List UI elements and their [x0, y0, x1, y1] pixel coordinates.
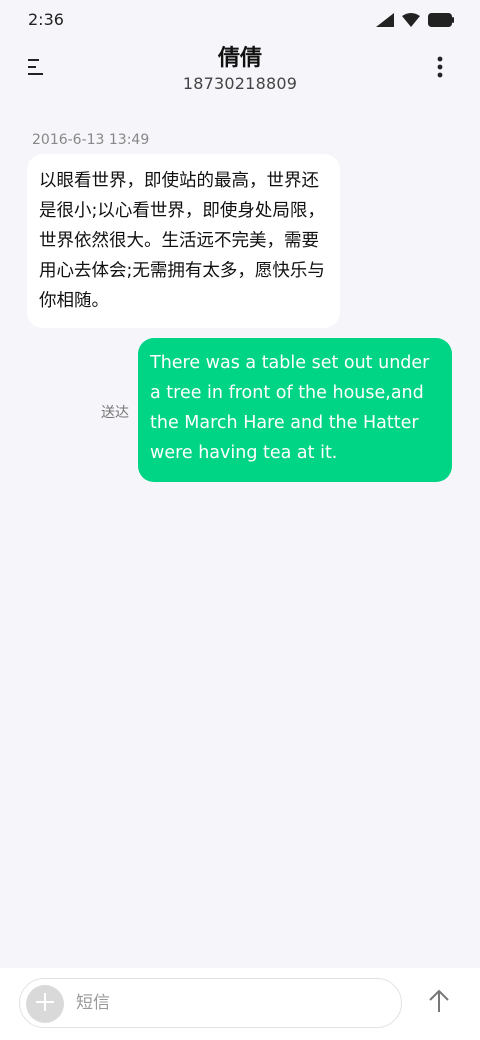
conversation-header: 倩倩 18730218809: [0, 40, 480, 110]
message-timestamp: 2016-6-13 13:49: [32, 132, 150, 148]
outgoing-message-bubble[interactable]: There was a table set out under a tree i…: [138, 338, 452, 482]
conversation-title[interactable]: 倩倩 18730218809: [100, 44, 380, 94]
wifi-icon: [402, 12, 420, 31]
incoming-message-bubble[interactable]: 以眼看世界，即使站的最高，世界还是很小;以心看世界，即使身处局限，世界依然很大。…: [27, 154, 340, 328]
status-time: 2:36: [28, 10, 64, 29]
menu-button[interactable]: [18, 54, 54, 84]
status-icons: [376, 12, 454, 31]
send-button[interactable]: [422, 986, 456, 1020]
status-bar: 2:36: [0, 0, 480, 40]
arrow-up-icon: [428, 989, 450, 1017]
more-options-button[interactable]: [422, 54, 458, 84]
composer-field: [19, 978, 402, 1028]
composer-bar: [0, 968, 480, 1040]
contact-number: 18730218809: [182, 74, 298, 93]
battery-icon: [428, 12, 454, 31]
add-attachment-button[interactable]: [26, 985, 64, 1023]
signal-icon: [376, 12, 394, 31]
sms-input[interactable]: [76, 987, 376, 1019]
contact-name: 倩倩: [217, 46, 262, 71]
delivery-status: 送达: [101, 405, 129, 421]
more-vertical-icon: [437, 56, 443, 82]
menu-icon: [28, 58, 44, 80]
plus-icon: [35, 992, 55, 1016]
